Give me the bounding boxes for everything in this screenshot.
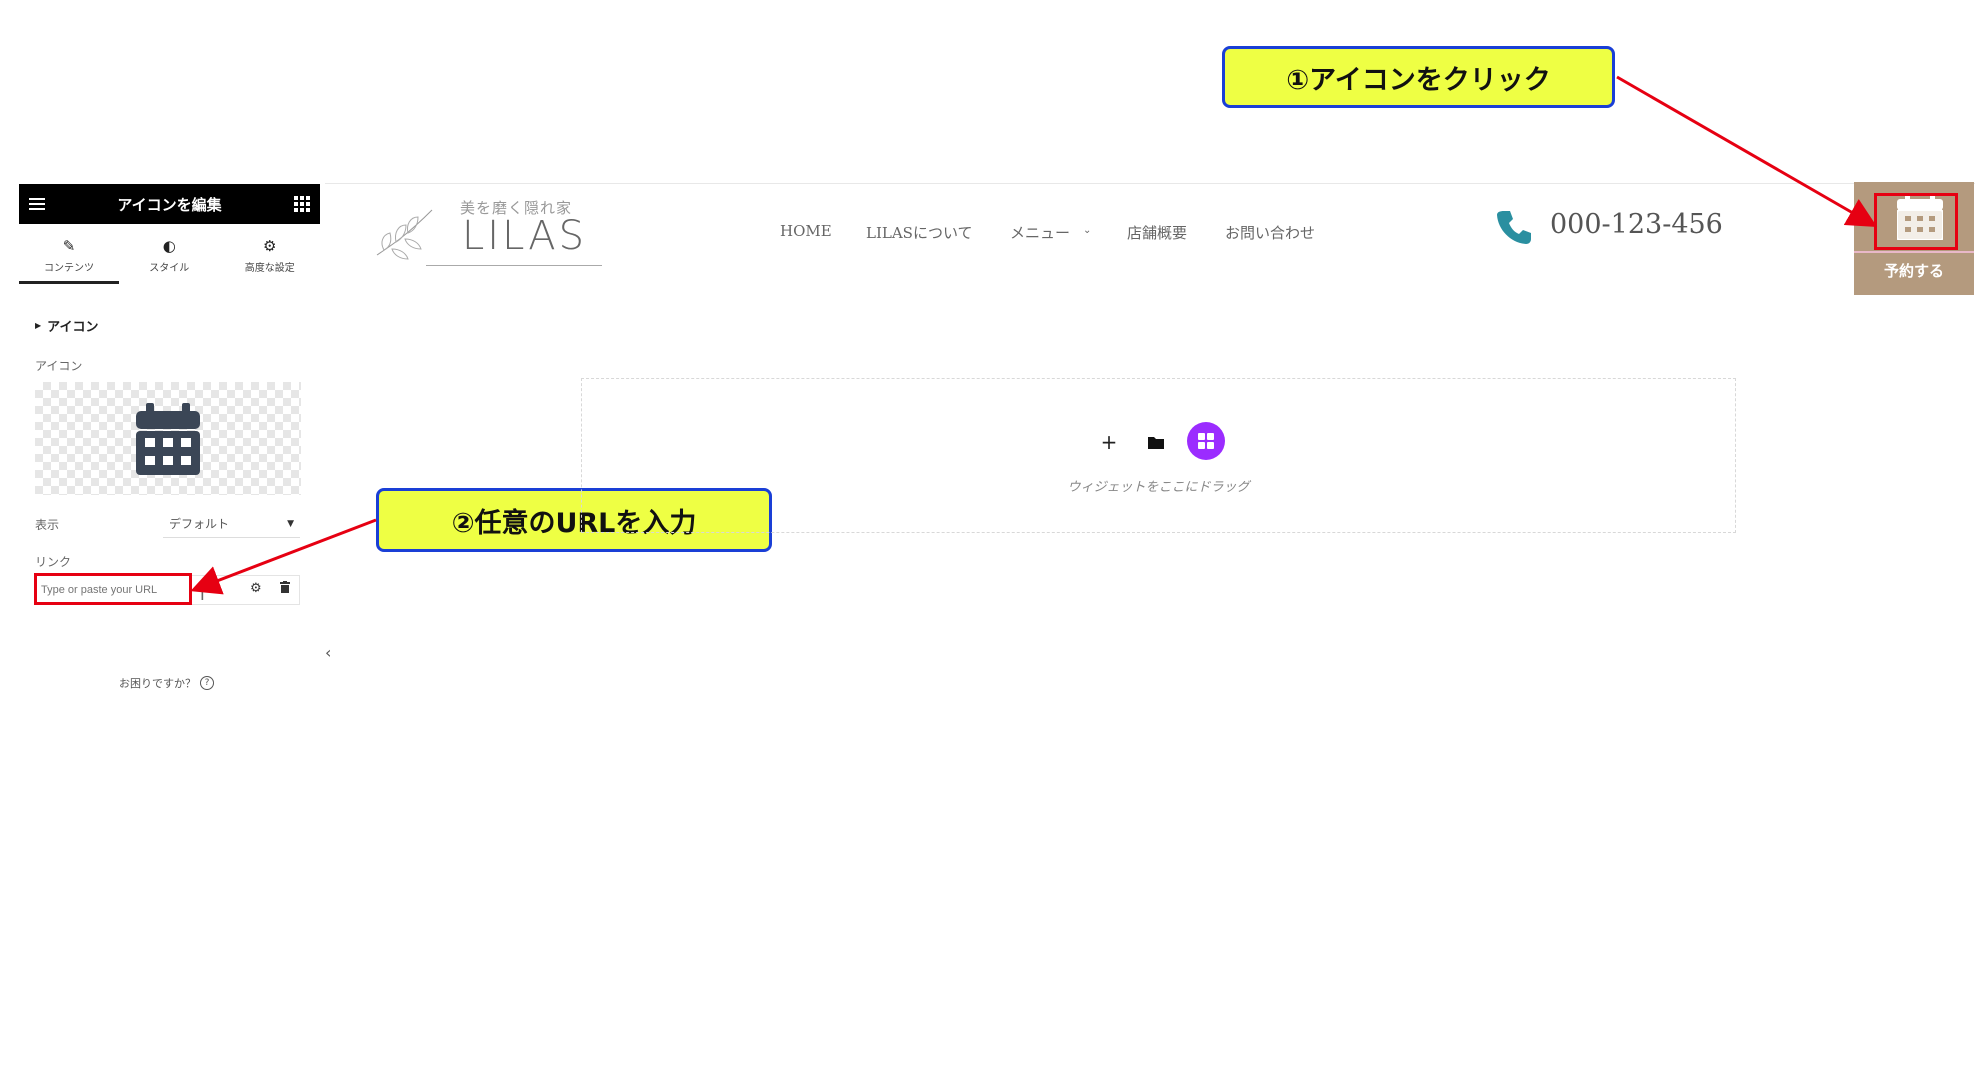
arrow-to-link-input [190, 518, 377, 595]
arrow-to-reserve-icon [1616, 75, 1878, 227]
annotation-arrows [190, 75, 1878, 595]
